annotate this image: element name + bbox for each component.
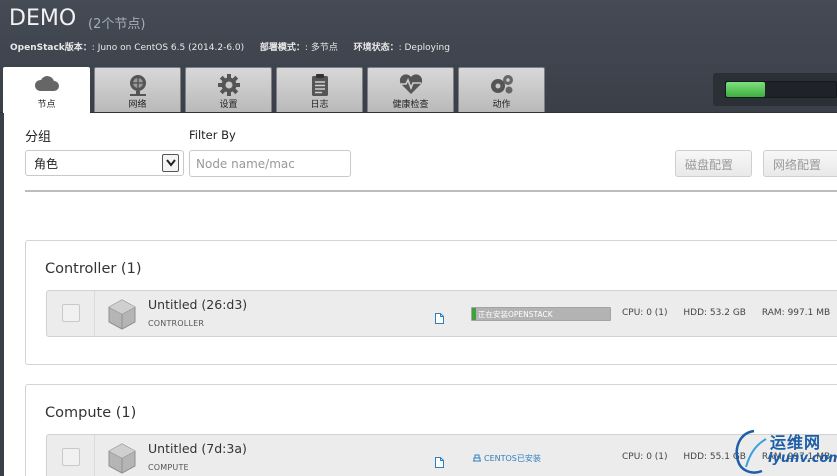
tab-label: 健康检查 (392, 100, 429, 110)
toolbar-divider (25, 190, 837, 192)
node-separator (94, 291, 95, 336)
group-title: Controller (1) (45, 261, 142, 277)
filter-by-label: Filter By (189, 128, 236, 142)
node-status: CENTOS已安装 (472, 453, 541, 464)
group-title: Compute (1) (45, 405, 137, 421)
deployment-progress (713, 73, 837, 106)
environment-info: OpenStack版本：: Juno on CentOS 6.5 (2014.2… (10, 40, 450, 53)
node-hdd: HDD: 53.2 GB (683, 308, 746, 318)
environment-title: DEMO (9, 6, 77, 31)
tab-label: 节点 (37, 100, 56, 110)
environment-node-count: (2个节点) (88, 17, 146, 32)
site-watermark: 运维网 iyunv.com (732, 427, 837, 476)
disk-config-button[interactable]: 磁盘配置 (675, 150, 752, 177)
node-filter-input[interactable] (189, 150, 351, 177)
node-group-controller: Controller (1) Untitled (26:d3) CONTROLL… (25, 240, 837, 365)
tab-health-check[interactable]: 健康检查 (367, 67, 454, 112)
tab-network[interactable]: 网络 (94, 67, 181, 112)
log-file-icon[interactable] (435, 453, 444, 472)
watermark-text-cn: 运维网 (770, 433, 822, 452)
node-role: CONTROLLER (148, 319, 205, 328)
tab-settings[interactable]: 设置 (185, 67, 272, 112)
cogs-icon (488, 73, 516, 99)
heart-pulse-icon (398, 73, 424, 99)
deployment-progress-fill (726, 82, 765, 97)
watermark-text-en: iyunv.com (768, 451, 837, 466)
deploy-mode-label: 部署模式： (259, 43, 305, 53)
tab-logs[interactable]: 日志 (276, 67, 363, 112)
provisioned-icon (473, 454, 481, 462)
node-status-text: CENTOS已安装 (484, 454, 541, 463)
network-config-button[interactable]: 网络配置 (763, 150, 837, 177)
tab-nodes[interactable]: 节点 (3, 67, 90, 113)
watermark-logo-icon (735, 429, 767, 474)
log-file-icon[interactable] (435, 309, 444, 328)
node-status-text: 正在安装OPENSTACK (478, 310, 553, 319)
group-by-selected: 角色 (34, 157, 59, 171)
left-edge (0, 113, 4, 476)
node-separator (94, 435, 95, 476)
node-group-compute: Compute (1) Untitled (7d:3a) COMPUTE CEN… (25, 384, 837, 476)
node-name: Untitled (26:d3) (148, 297, 248, 312)
node-install-progress-fill (472, 308, 477, 320)
node-role: COMPUTE (148, 463, 189, 472)
deployment-progress-track (725, 81, 837, 98)
node-cpu: CPU: 0 (1) (622, 452, 668, 462)
group-by-label: 分组 (25, 130, 52, 145)
deploy-mode-value: : 多节点 (304, 43, 338, 53)
chevron-down-icon[interactable] (162, 154, 179, 172)
environment-header: DEMO (2个节点) OpenStack版本：: Juno on CentOS… (0, 0, 837, 113)
node-cpu: CPU: 0 (1) (622, 308, 668, 318)
openstack-version-label: OpenStack版本： (10, 43, 92, 53)
tab-label: 网络 (128, 100, 147, 110)
openstack-version-value: : Juno on CentOS 6.5 (2014.2-6.0) (91, 43, 245, 53)
node-row[interactable]: Untitled (26:d3) CONTROLLER 正在安装OPENSTAC… (46, 290, 837, 337)
group-by-select[interactable]: 角色 (25, 150, 184, 176)
node-name: Untitled (7d:3a) (148, 441, 247, 456)
server-cube-icon (107, 298, 137, 334)
environment-status-label: 环境状态： (353, 43, 399, 53)
environment-tabs: 节点 网络 设置 日志 健康检查 动作 (3, 67, 549, 113)
cloud-icon (34, 73, 60, 99)
tab-label: 日志 (310, 100, 329, 110)
node-checkbox[interactable] (62, 304, 80, 322)
node-row[interactable]: Untitled (7d:3a) COMPUTE CENTOS已安装 CPU: … (46, 434, 837, 476)
node-install-progress: 正在安装OPENSTACK (471, 307, 611, 321)
node-checkbox[interactable] (62, 448, 80, 466)
tab-label: 动作 (492, 100, 511, 110)
tab-actions[interactable]: 动作 (458, 67, 545, 112)
server-cube-icon (107, 442, 137, 476)
environment-status-value: : Deploying (398, 43, 450, 53)
node-ram: RAM: 997.1 MB (761, 308, 831, 318)
tab-label: 设置 (219, 100, 238, 110)
node-stats: CPU: 0 (1) HDD: 53.2 GB RAM: 997.1 MB (622, 308, 837, 318)
